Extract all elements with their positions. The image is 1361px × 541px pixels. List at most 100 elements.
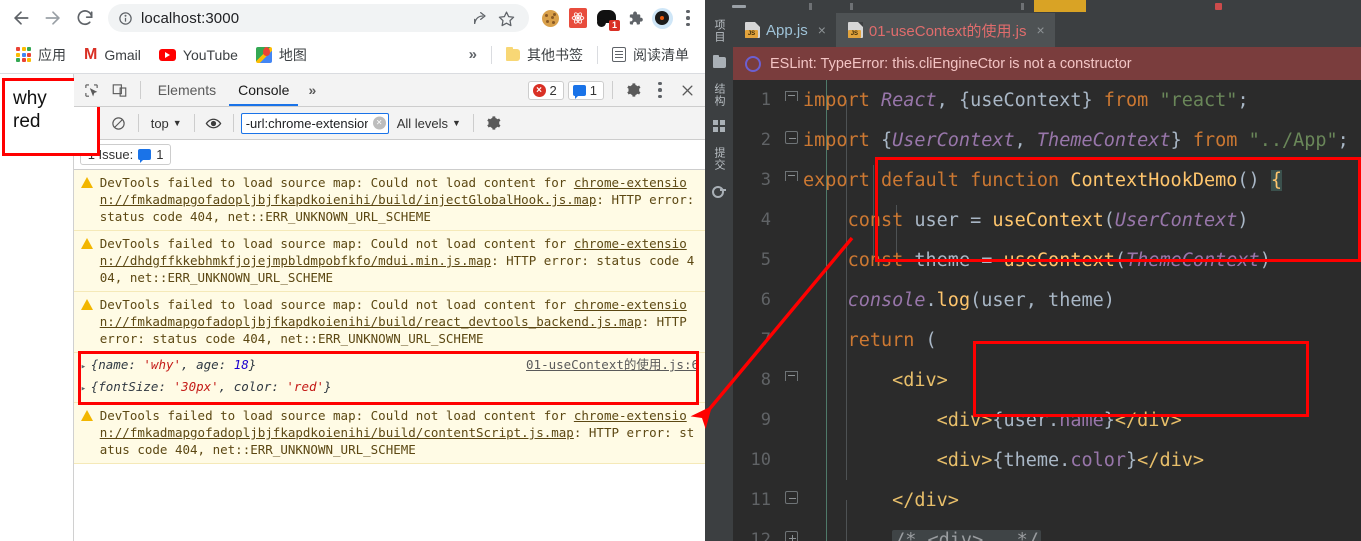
line-number: 8 [760, 370, 771, 390]
fold-triangle-icon[interactable] [785, 371, 798, 386]
bookmark-other-bookmarks[interactable]: 其他书签 [498, 41, 591, 69]
code-line[interactable]: 1 import React, {useContext} from "react… [733, 80, 1361, 120]
fold-collapse-icon[interactable] [785, 491, 798, 504]
fold-triangle-icon[interactable] [785, 91, 798, 106]
inspect-cursor-icon[interactable] [80, 78, 104, 102]
fold-gutter[interactable] [781, 480, 803, 520]
gear-icon[interactable] [621, 78, 645, 102]
console-message-list[interactable]: DevTools failed to load source map: Coul… [73, 170, 705, 541]
tab-elements[interactable]: Elements [149, 75, 225, 106]
console-object-line[interactable]: ▸ {name: 'why', age: 18} 01-useContext的使… [81, 355, 699, 377]
chevron-down-icon: ▼ [452, 118, 461, 128]
live-expression-eye-icon[interactable] [202, 111, 226, 135]
devtools-tabs-overflow-icon[interactable]: » [302, 82, 322, 98]
code-line[interactable]: 4 const user = useContext(UserContext) [733, 200, 1361, 240]
address-bar[interactable]: localhost:3000 [108, 4, 529, 32]
clear-console-icon[interactable] [107, 111, 131, 135]
apps-grid-icon [16, 47, 31, 62]
bookmark-label: 地图 [278, 46, 307, 63]
cookie-extension-icon[interactable] [537, 5, 563, 31]
editor-tab-label: 01-useContext的使用.js [868, 22, 1027, 40]
rail-item-commit[interactable]: 提交 [711, 143, 727, 177]
console-source-link[interactable]: 01-useContext的使用.js:6 [508, 355, 699, 374]
console-warning-row[interactable]: DevTools failed to load source map: Coul… [73, 403, 705, 464]
console-level-selector[interactable]: All levels ▼ [392, 114, 466, 133]
console-context-selector[interactable]: top ▼ [146, 114, 187, 133]
dark-reader-extension-icon[interactable]: 1 [593, 5, 620, 31]
bookmark-reading-list[interactable]: 阅读清单 [604, 41, 697, 69]
code-line[interactable]: 2 import {UserContext, ThemeContext} fro… [733, 120, 1361, 160]
fold-expand-icon[interactable] [785, 531, 798, 541]
module-grid-icon[interactable] [710, 117, 728, 135]
clear-filter-icon[interactable]: × [372, 116, 386, 130]
code-editor[interactable]: 1 import React, {useContext} from "react… [733, 80, 1361, 541]
console-object-line[interactable]: ▸ {fontSize: '30px', color: 'red'} [81, 377, 699, 399]
device-toolbar-icon[interactable] [108, 78, 132, 102]
code-text: const user = useContext(UserContext) [847, 209, 1249, 231]
code-line[interactable]: 9 <div>{user.name}</div> [733, 400, 1361, 440]
run-configuration-chip[interactable] [1034, 0, 1086, 12]
editor-tab-usecontext[interactable]: 01-useContext的使用.js × [835, 13, 1055, 47]
eslint-error-banner[interactable]: ESLint: TypeError: this.cliEngineCtor is… [733, 47, 1361, 80]
close-icon[interactable] [675, 78, 699, 102]
fold-collapse-icon[interactable] [785, 131, 798, 144]
bookmark-label: 应用 [38, 46, 66, 63]
fold-gutter[interactable] [781, 120, 803, 160]
code-text: <div>{user.name}</div> [936, 409, 1182, 431]
code-line[interactable]: 11 </div> [733, 480, 1361, 520]
share-icon[interactable] [467, 5, 493, 31]
editor-tab-app-js[interactable]: App.js × [733, 13, 836, 47]
ide-body: 项目 结构 提交 App.js × 01-useContext的使用.js × [705, 13, 1361, 541]
divider [597, 45, 598, 64]
console-warning-row[interactable]: DevTools failed to load source map: Coul… [73, 292, 705, 353]
bookmark-youtube[interactable]: YouTube [151, 43, 246, 67]
close-icon[interactable]: × [1036, 22, 1044, 38]
error-count-badge[interactable]: × 2 [527, 80, 564, 100]
code-line[interactable]: 5 const theme = useContext(ThemeContext) [733, 240, 1361, 280]
fold-gutter[interactable] [781, 160, 803, 200]
folder-icon[interactable] [710, 53, 728, 71]
bookmark-star-icon[interactable] [493, 5, 519, 31]
code-text: <div> [892, 369, 948, 391]
code-line[interactable]: 12 /* <div>...*/ [733, 520, 1361, 541]
fold-gutter[interactable] [781, 360, 803, 400]
console-object-row[interactable]: ▸ {name: 'why', age: 18} 01-useContext的使… [73, 353, 705, 403]
console-warning-row[interactable]: DevTools failed to load source map: Coul… [73, 170, 705, 231]
reload-icon[interactable] [70, 3, 100, 33]
console-filter-input[interactable] [240, 112, 389, 134]
bookmark-apps[interactable]: 应用 [8, 41, 74, 69]
expand-triangle-icon[interactable]: ▸ [81, 358, 91, 377]
code-line[interactable]: 10 <div>{theme.color}</div> [733, 440, 1361, 480]
code-line[interactable]: 6 console.log(user, theme) [733, 280, 1361, 320]
console-warning-text: DevTools failed to load source map: Coul… [99, 175, 695, 224]
fold-gutter[interactable] [781, 80, 803, 120]
fold-gutter[interactable] [781, 520, 803, 541]
screen-recorder-extension-icon[interactable] [649, 5, 675, 31]
toolbar-glyph [809, 3, 812, 10]
code-line[interactable]: 8 <div> [733, 360, 1361, 400]
rail-item-structure[interactable]: 结构 [711, 79, 727, 113]
back-arrow-icon[interactable] [6, 3, 36, 33]
bookmark-gmail[interactable]: M Gmail [76, 43, 149, 67]
bookmarks-overflow-icon[interactable]: » [461, 46, 485, 63]
devtools-menu-icon[interactable] [649, 77, 671, 103]
page-info-icon[interactable] [118, 11, 133, 26]
puzzle-extensions-icon[interactable] [621, 5, 647, 31]
collapsed-comment[interactable]: /* <div>...*/ [892, 529, 1041, 541]
message-count-badge[interactable]: 1 [567, 80, 604, 100]
rail-item-project[interactable]: 项目 [711, 15, 727, 49]
console-settings-gear-icon[interactable] [481, 111, 505, 135]
bookmark-maps[interactable]: 地图 [248, 41, 315, 69]
tab-console[interactable]: Console [229, 75, 298, 106]
code-line[interactable]: 7 return ( [733, 320, 1361, 360]
forward-arrow-icon[interactable] [38, 3, 68, 33]
console-warning-row[interactable]: DevTools failed to load source map: Coul… [73, 231, 705, 292]
expand-triangle-icon[interactable]: ▸ [81, 380, 91, 399]
react-extension-icon[interactable] [565, 5, 591, 31]
code-line[interactable]: 3 export default function ContextHookDem… [733, 160, 1361, 200]
browser-menu-icon[interactable] [677, 5, 699, 31]
close-icon[interactable]: × [818, 22, 826, 38]
fold-triangle-icon[interactable] [785, 171, 798, 186]
divider [491, 45, 492, 64]
key-icon[interactable] [710, 181, 728, 199]
